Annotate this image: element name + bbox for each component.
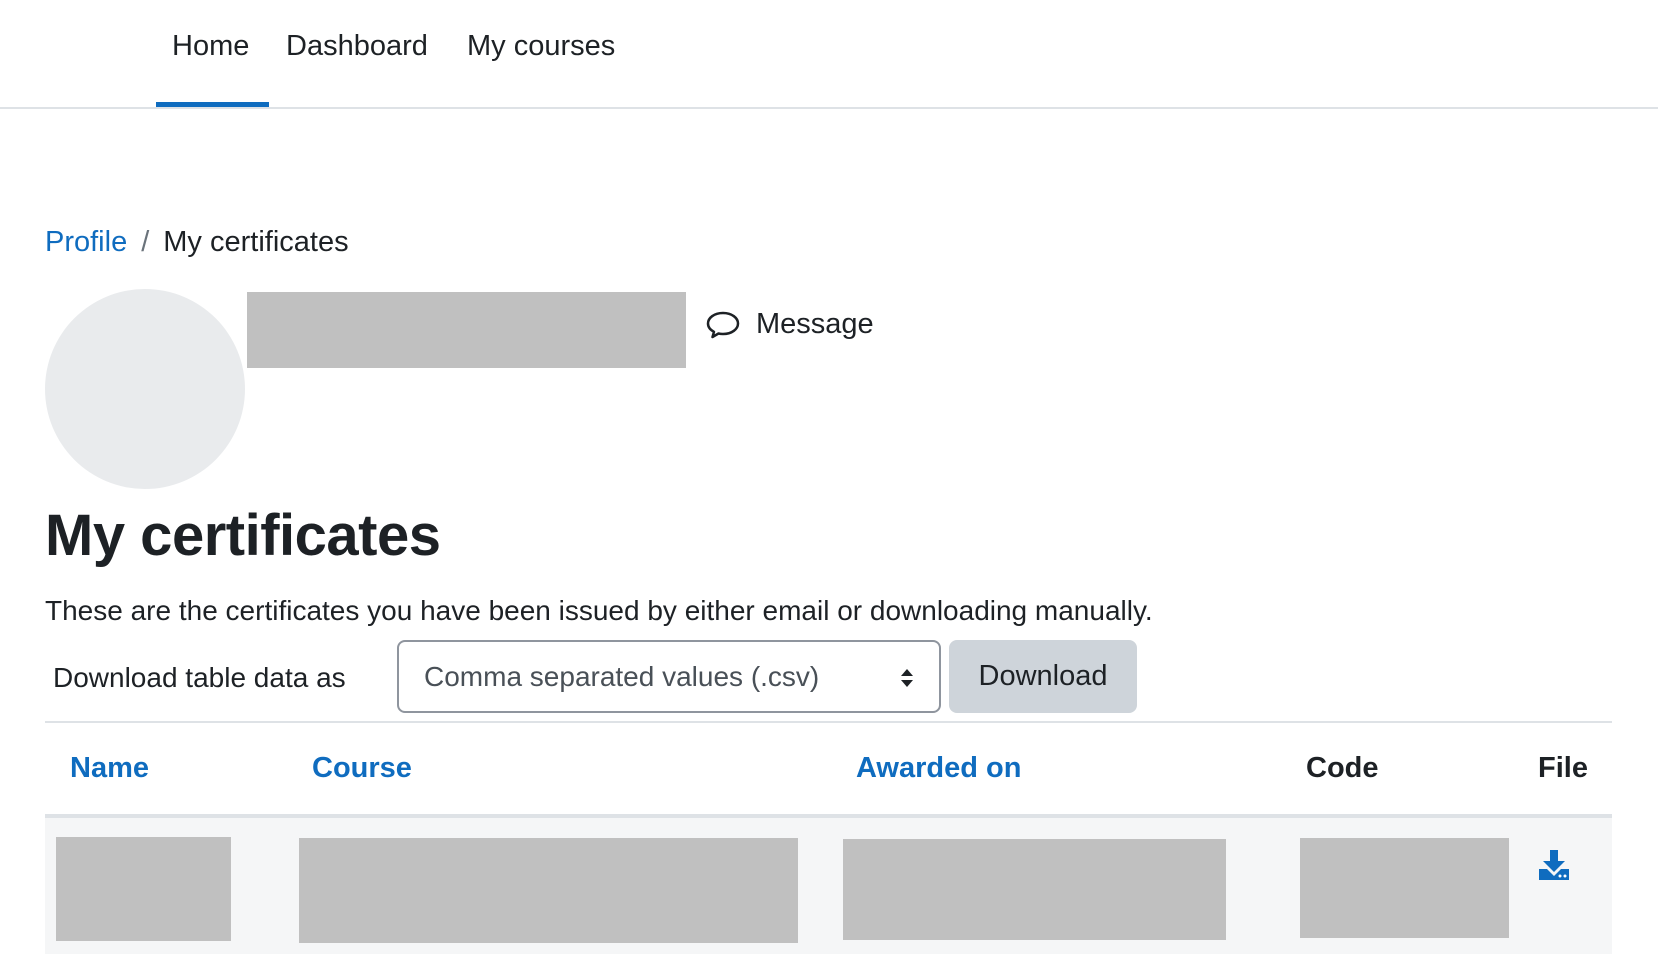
column-header-name[interactable]: Name <box>70 752 149 785</box>
message-button[interactable]: Message <box>706 308 874 341</box>
nav-dashboard[interactable]: Dashboard <box>286 30 428 63</box>
page-title: My certificates <box>45 503 441 568</box>
nav-my-courses[interactable]: My courses <box>467 30 615 63</box>
table-top-divider <box>45 721 1612 723</box>
nav-home[interactable]: Home <box>172 30 249 63</box>
nav-active-indicator <box>156 102 269 107</box>
message-label: Message <box>756 308 874 340</box>
redacted-cell-name <box>56 837 231 941</box>
breadcrumb-separator: / <box>141 226 150 258</box>
download-format-value: Comma separated values (.csv) <box>424 661 820 692</box>
speech-bubble-icon <box>706 311 740 338</box>
download-file-icon[interactable] <box>1537 849 1571 881</box>
column-header-file: File <box>1538 752 1588 784</box>
page-intro: These are the certificates you have been… <box>45 595 1153 626</box>
redacted-cell-course <box>299 838 798 943</box>
download-button[interactable]: Download <box>949 640 1137 713</box>
column-header-code: Code <box>1306 752 1379 784</box>
avatar <box>45 289 245 489</box>
download-format-select[interactable]: Comma separated values (.csv) <box>397 640 941 713</box>
redacted-cell-awarded-on <box>843 839 1226 940</box>
redacted-cell-code <box>1300 838 1509 938</box>
breadcrumb-current: My certificates <box>163 226 349 258</box>
column-header-course[interactable]: Course <box>312 752 412 785</box>
redacted-user-name <box>247 292 686 368</box>
breadcrumb: Profile / My certificates <box>45 226 349 259</box>
select-caret-icon <box>901 669 913 687</box>
download-format-label: Download table data as <box>53 662 346 693</box>
top-navigation: Home Dashboard My courses <box>0 0 1658 109</box>
breadcrumb-profile-link[interactable]: Profile <box>45 226 127 258</box>
column-header-awarded-on[interactable]: Awarded on <box>856 752 1021 785</box>
